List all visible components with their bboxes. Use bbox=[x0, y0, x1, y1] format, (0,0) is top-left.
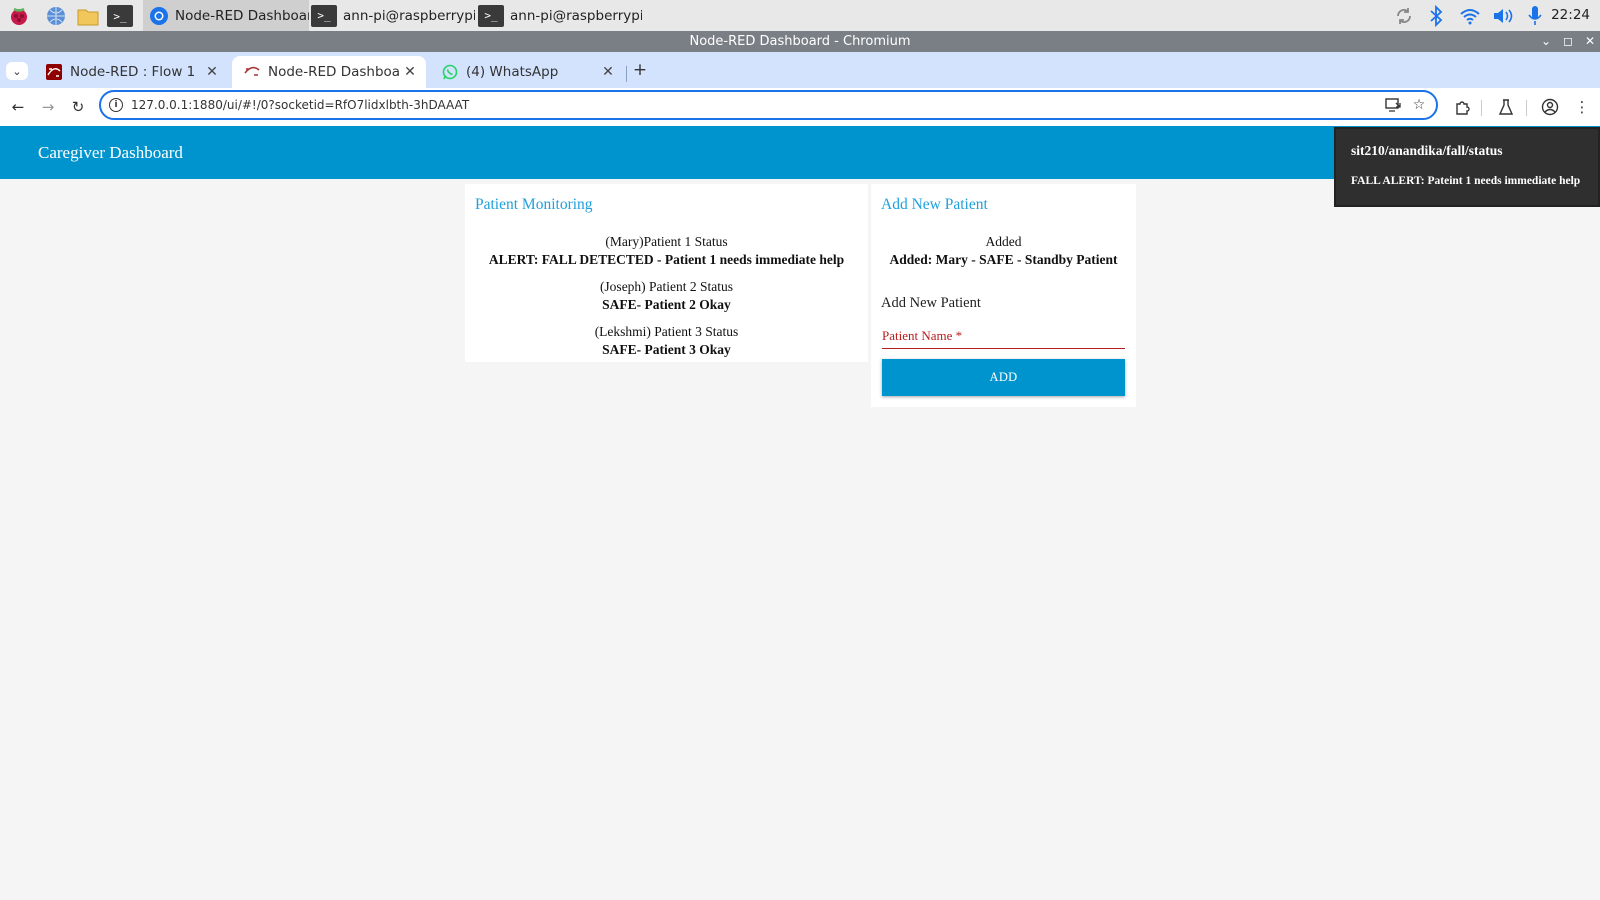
taskbar-clock[interactable]: 22:24 bbox=[1551, 0, 1590, 31]
patient-name-input[interactable]: Patient Name * bbox=[882, 326, 1125, 349]
node-red-icon bbox=[46, 64, 62, 80]
tab-search-icon[interactable]: ⌄ bbox=[6, 62, 28, 80]
bookmark-star-icon[interactable]: ☆ bbox=[1409, 96, 1429, 114]
status-label: (Joseph) Patient 2 Status bbox=[599, 279, 734, 294]
tab-node-red-dashboard[interactable]: Node-RED Dashboard ✕ bbox=[232, 56, 426, 88]
form-heading: Add New Patient bbox=[881, 295, 981, 311]
status-label: (Mary)Patient 1 Status bbox=[605, 234, 728, 249]
notification-toast[interactable]: sit210/anandika/fall/status FALL ALERT: … bbox=[1334, 127, 1600, 207]
extensions-icon[interactable] bbox=[1450, 95, 1474, 119]
page-title: Caregiver Dashboard bbox=[38, 143, 183, 162]
patient-monitoring-card: Patient Monitoring (Mary)Patient 1 Statu… bbox=[465, 184, 868, 362]
toast-title: sit210/anandika/fall/status bbox=[1351, 143, 1503, 158]
forward-icon[interactable]: → bbox=[36, 95, 60, 119]
close-icon[interactable]: ✕ bbox=[202, 64, 222, 80]
taskbar: >_ Node-RED Dashboar.. >_ ann-pi@raspber… bbox=[0, 0, 1600, 32]
browser-toolbar: ← → ↻ i 127.0.0.1:1880/ui/#!/0?socketid=… bbox=[0, 88, 1600, 126]
status-value: SAFE- Patient 3 Okay bbox=[602, 342, 731, 357]
close-icon[interactable]: ✕ bbox=[400, 64, 420, 80]
taskbar-app-terminal-1[interactable]: >_ ann-pi@raspberrypi: .. bbox=[311, 0, 475, 31]
menu-kebab-icon[interactable]: ⋮ bbox=[1570, 95, 1594, 119]
card-title: Add New Patient bbox=[881, 196, 988, 213]
terminal-icon: >_ bbox=[478, 4, 504, 27]
add-patient-button[interactable]: ADD bbox=[882, 359, 1125, 396]
status-value: SAFE- Patient 2 Okay bbox=[602, 297, 731, 312]
close-icon[interactable]: ✕ bbox=[598, 64, 618, 80]
tab-label: Node-RED : Flow 1 bbox=[70, 64, 196, 80]
wifi-icon[interactable] bbox=[1458, 0, 1482, 31]
minimize-icon[interactable]: ⌄ bbox=[1536, 31, 1556, 52]
toast-message: FALL ALERT: Pateint 1 needs immediate he… bbox=[1351, 175, 1581, 187]
status-value: Added: Mary - SAFE - Standby Patient bbox=[889, 252, 1118, 267]
patient-status-3: (Lekshmi) Patient 3 Status SAFE- Patient… bbox=[465, 323, 868, 359]
status-label: Added bbox=[985, 234, 1022, 249]
input-placeholder: Patient Name * bbox=[882, 328, 963, 343]
url-text[interactable]: 127.0.0.1:1880/ui/#!/0?socketid=RfO7lidx… bbox=[131, 92, 469, 118]
taskbar-app-terminal-2[interactable]: >_ ann-pi@raspberrypi: . bbox=[478, 0, 642, 31]
tab-whatsapp[interactable]: (4) WhatsApp ✕ bbox=[430, 56, 624, 88]
updates-icon[interactable] bbox=[1392, 0, 1416, 31]
profile-icon[interactable] bbox=[1538, 95, 1562, 119]
site-info-icon[interactable]: i bbox=[109, 98, 123, 112]
new-tab-icon[interactable]: + bbox=[630, 60, 650, 80]
tab-node-red-flow[interactable]: Node-RED : Flow 1 ✕ bbox=[34, 56, 228, 88]
patient-status-1: (Mary)Patient 1 Status ALERT: FALL DETEC… bbox=[465, 233, 868, 269]
whatsapp-icon bbox=[442, 64, 458, 80]
terminal-launcher-icon[interactable]: >_ bbox=[107, 4, 133, 28]
patient-status-2: (Joseph) Patient 2 Status SAFE- Patient … bbox=[465, 278, 868, 314]
taskbar-app-label: ann-pi@raspberrypi: .. bbox=[343, 7, 475, 24]
microphone-icon[interactable] bbox=[1524, 0, 1546, 31]
web-browser-icon[interactable] bbox=[44, 4, 68, 28]
install-app-icon[interactable] bbox=[1383, 96, 1403, 114]
reload-icon[interactable]: ↻ bbox=[66, 95, 90, 119]
file-manager-icon[interactable] bbox=[76, 4, 100, 28]
bluetooth-icon[interactable] bbox=[1424, 0, 1448, 31]
tab-label: (4) WhatsApp bbox=[466, 64, 559, 80]
labs-flask-icon[interactable] bbox=[1494, 95, 1518, 119]
tab-label: Node-RED Dashboard bbox=[268, 64, 400, 80]
status-value: ALERT: FALL DETECTED - Patient 1 needs i… bbox=[488, 252, 845, 267]
volume-icon[interactable] bbox=[1490, 0, 1516, 31]
chromium-icon bbox=[149, 6, 169, 26]
raspberry-menu-icon[interactable] bbox=[7, 4, 31, 28]
status-label: (Lekshmi) Patient 3 Status bbox=[594, 324, 739, 339]
tab-strip: ⌄ Node-RED : Flow 1 ✕ Node-RED Dashboard… bbox=[0, 52, 1600, 88]
close-window-icon[interactable]: ✕ bbox=[1580, 31, 1600, 52]
maximize-icon[interactable]: ◻ bbox=[1558, 31, 1578, 52]
add-patient-card: Add New Patient Added Added: Mary - SAFE… bbox=[871, 184, 1136, 407]
back-icon[interactable]: ← bbox=[6, 95, 30, 119]
node-red-dashboard-icon bbox=[244, 64, 260, 80]
terminal-icon: >_ bbox=[311, 4, 337, 27]
added-status: Added Added: Mary - SAFE - Standby Patie… bbox=[871, 233, 1136, 269]
taskbar-app-label: Node-RED Dashboar.. bbox=[175, 7, 309, 24]
taskbar-app-label: ann-pi@raspberrypi: . bbox=[510, 7, 642, 24]
address-bar[interactable]: i 127.0.0.1:1880/ui/#!/0?socketid=RfO7li… bbox=[99, 90, 1438, 120]
card-title: Patient Monitoring bbox=[475, 196, 593, 213]
taskbar-app-chromium[interactable]: Node-RED Dashboar.. bbox=[143, 0, 309, 31]
window-title: Node-RED Dashboard - Chromium bbox=[0, 31, 1600, 52]
